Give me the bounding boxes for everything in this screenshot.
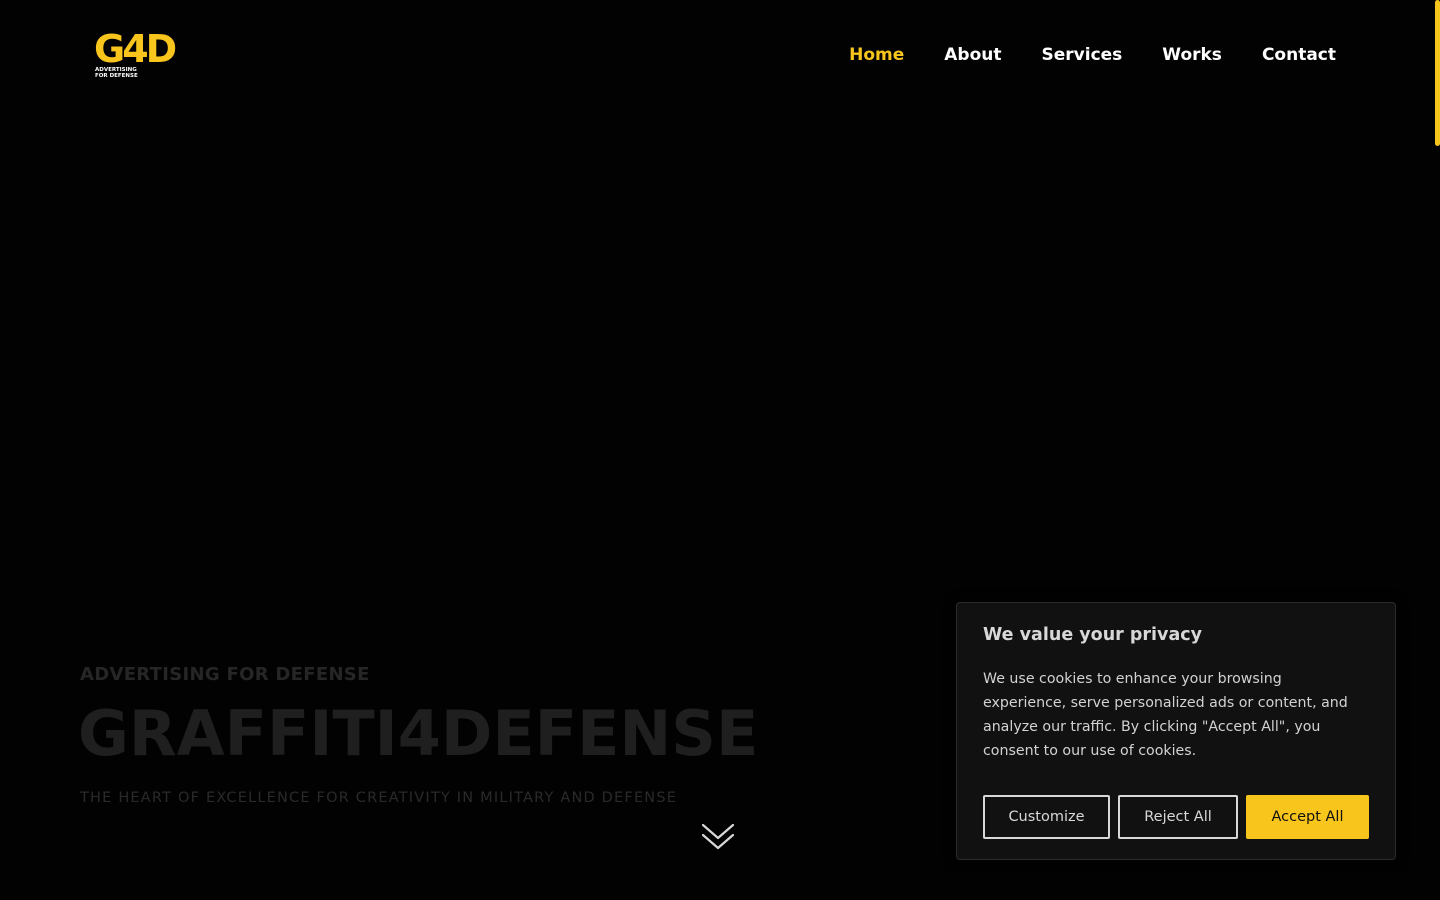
customize-button[interactable]: Customize: [983, 795, 1110, 839]
reject-all-button[interactable]: Reject All: [1118, 795, 1238, 839]
site-logo[interactable]: G4D ADVERTISING FOR DEFENSE: [94, 30, 178, 80]
nav-item-works[interactable]: Works: [1162, 44, 1222, 66]
hero-tagline: THE HEART OF EXCELLENCE FOR CREATIVITY I…: [80, 790, 678, 806]
hero-eyebrow: ADVERTISING FOR DEFENSE: [80, 664, 370, 685]
nav-item-home[interactable]: Home: [849, 44, 904, 66]
cookie-banner-text: We use cookies to enhance your browsing …: [983, 671, 1348, 759]
main-nav: Home About Services Works Contact: [849, 44, 1336, 66]
nav-item-services[interactable]: Services: [1042, 44, 1123, 66]
nav-item-about[interactable]: About: [944, 44, 1001, 66]
double-chevron-down-icon-svg: [701, 823, 735, 850]
cookie-banner-title: We value your privacy: [983, 625, 1203, 645]
nav-item-contact[interactable]: Contact: [1262, 44, 1336, 66]
page-scrollbar[interactable]: [1434, 0, 1440, 900]
page: G4D ADVERTISING FOR DEFENSE Home About S…: [0, 0, 1440, 900]
cookie-consent-banner: We value your privacy We use cookies to …: [956, 602, 1396, 860]
logo-mark: G4D: [94, 27, 177, 71]
hero-title: GRAFFITI4DEFENSE: [78, 697, 759, 770]
logo-tagline-line2: FOR DEFENSE: [95, 73, 138, 79]
page-scrollbar-thumb[interactable]: [1435, 0, 1440, 146]
cookie-banner-actions: Customize Reject All Accept All: [983, 795, 1369, 839]
accept-all-button[interactable]: Accept All: [1246, 795, 1369, 839]
logo-tagline: ADVERTISING FOR DEFENSE: [95, 67, 155, 79]
double-chevron-down-icon[interactable]: [701, 822, 735, 852]
